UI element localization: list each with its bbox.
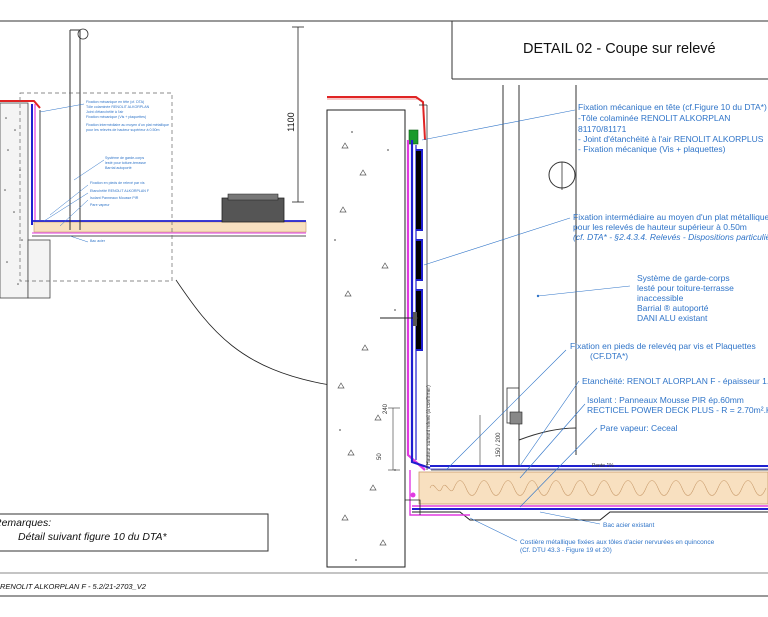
svg-text:(CF.DTA*): (CF.DTA*): [590, 351, 628, 361]
svg-text:-Tôle colaminée RENOLIT ALKOR: -Tôle colaminée RENOLIT ALKORPLAN: [578, 113, 730, 123]
slope-label: Pente 1%: [592, 463, 614, 469]
overview-detail: 1100 Fixation mécanique en tête (cf. DTA…: [0, 26, 331, 386]
svg-text:Fixation en pieds de relevé pa: Fixation en pieds de relevé par vis: [90, 181, 145, 185]
svg-text:Isolant : Panneaux Mousse PIR: Isolant : Panneaux Mousse PIR ép.60mm: [587, 395, 744, 405]
remarks-title: Remarques:: [0, 517, 51, 529]
annotation-garde-corps: Système de garde-corps lesté pour toitur…: [637, 273, 734, 323]
svg-text:Joint d'étanchéité à l'air: Joint d'étanchéité à l'air: [86, 110, 124, 114]
annotation-isolant: Isolant : Panneaux Mousse PIR ép.60mm RE…: [587, 395, 768, 415]
footer-reference: RENOLIT ALKORPLAN F - 5.2/21-2703_V2: [0, 582, 147, 591]
svg-text:Système de garde-corps: Système de garde-corps: [637, 273, 730, 283]
svg-text:(Cf. DTU 43.3 - Figure 19 et 2: (Cf. DTU 43.3 - Figure 19 et 20): [520, 547, 612, 554]
annotation-pare-vapeur: Pare vapeur: Ceceal: [600, 423, 678, 433]
svg-text:DANI ALU existant: DANI ALU existant: [637, 313, 708, 323]
remarks-box: Remarques: Détail suivant figure 10 du D…: [0, 513, 269, 552]
svg-text:Tôle colaminée RENOLIT ALKORPL: Tôle colaminée RENOLIT ALKORPLAN: [86, 105, 150, 109]
svg-text:- Joint d'étanchéité à l'air R: - Joint d'étanchéité à l'air RENOLIT ALK…: [578, 134, 764, 144]
svg-text:Barrial ® autoporté: Barrial ® autoporté: [637, 303, 709, 313]
insulation-layer: [418, 471, 768, 505]
svg-text:Fixation mécanique en tête (cf: Fixation mécanique en tête (cf. DTA): [86, 100, 144, 104]
dimension-50: 50: [377, 453, 383, 460]
svg-text:Fixation mécanique (Vis + plaq: Fixation mécanique (Vis + plaquettes): [86, 115, 146, 119]
annotation-fixation-intermediaire: Fixation intermédiaire au moyen d'un pla…: [573, 212, 768, 242]
dimension-1100: 1100: [286, 112, 296, 131]
svg-text:- Fixation mécanique (Vis + pl: - Fixation mécanique (Vis + plaquettes): [578, 144, 726, 154]
drawing-title: DETAIL 02 - Coupe sur relevé: [523, 41, 716, 57]
annotation-bac-acier: Bac acier existant: [603, 522, 654, 529]
svg-text:lesté pour toiture-terrasse: lesté pour toiture-terrasse: [637, 283, 734, 293]
svg-text:Isolant Panneaux Mousse PIR: Isolant Panneaux Mousse PIR: [90, 196, 139, 200]
dimension-150-200: 150 / 200: [496, 432, 502, 458]
svg-text:Barrial autoporté: Barrial autoporté: [105, 166, 132, 170]
svg-text:Fixation en pieds de relevéq p: Fixation en pieds de relevéq par vis et …: [570, 341, 756, 351]
svg-text:pour les relevés de hauteur su: pour les relevés de hauteur supérieur à …: [86, 128, 160, 132]
technical-drawing-sheet: DETAIL 02 - Coupe sur relevé 1100 Fixati…: [0, 20, 768, 597]
annotation-fixation-tete: Fixation mécanique en tête (cf.Figure 10…: [578, 102, 767, 154]
svg-text:Pare vapeur: Pare vapeur: [90, 203, 110, 207]
dimension-240: 240: [383, 403, 389, 414]
svg-text:Fixation intermédiaire au moye: Fixation intermédiaire au moyen d'un pla…: [86, 123, 169, 127]
svg-text:RECTICEL POWER DECK PLUS - R =: RECTICEL POWER DECK PLUS - R = 2.70m².K/…: [587, 405, 768, 415]
annotation-etancheite: Etanchéité: RENOLT ALORPLAN F - épaisseu…: [582, 376, 768, 386]
svg-text:Fixation mécanique en tête (cf: Fixation mécanique en tête (cf.Figure 10…: [578, 102, 767, 112]
svg-text:lesté pour toiture-terrasse: lesté pour toiture-terrasse: [105, 161, 146, 165]
section-detail: 240 50 150 / 200 Hauteur suivant relevé …: [326, 85, 768, 568]
svg-text:pour les relevés de hauteur su: pour les relevés de hauteur supérieur à …: [573, 222, 747, 232]
annotation-costiere: Costière métallique fixées aux tôles d'a…: [520, 539, 715, 554]
top-fixing-block: [408, 129, 419, 145]
annotation-fixation-pied: Fixation en pieds de relevéq par vis et …: [570, 341, 756, 361]
svg-text:inaccessible: inaccessible: [637, 293, 684, 303]
svg-text:Etanchéité RENOLIT ALKORPLAN F: Etanchéité RENOLIT ALKORPLAN F: [90, 189, 150, 193]
svg-text:Système de garde-corps: Système de garde-corps: [105, 156, 144, 160]
svg-text:Fixation intermédiaire au moye: Fixation intermédiaire au moyen d'un pla…: [573, 212, 768, 222]
vertical-note: Hauteur suivant relevé (à confirmer): [426, 385, 432, 465]
svg-text:Bac acier: Bac acier: [90, 239, 106, 243]
remarks-text: Détail suivant figure 10 du DTA*: [18, 531, 168, 543]
svg-text:Costière métallique fixées aux: Costière métallique fixées aux tôles d'a…: [520, 539, 715, 546]
svg-text:(cf. DTA* - §2.4.3.4. Relevés: (cf. DTA* - §2.4.3.4. Relevés - Disposit…: [573, 232, 768, 242]
svg-text:81170/81171: 81170/81171: [578, 124, 627, 134]
